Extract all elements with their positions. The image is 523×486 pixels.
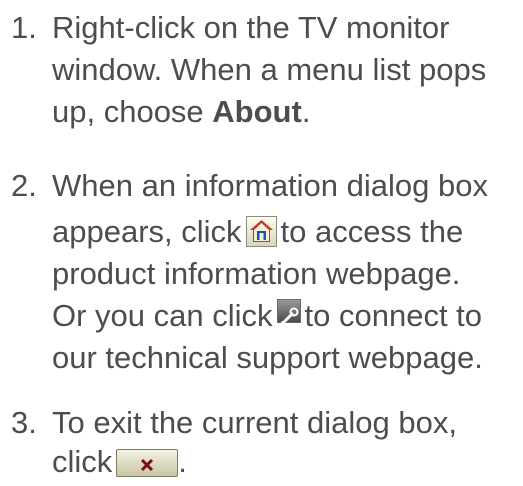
step-1-line-1: Right-click on the TV monitor bbox=[52, 10, 450, 45]
step-3-number: 3. bbox=[11, 405, 37, 440]
step-1-line-3-text: up, choose bbox=[52, 94, 213, 129]
step-1-number: 1. bbox=[11, 10, 37, 45]
step-2-line-2-text: appears, click bbox=[52, 214, 242, 249]
step-2-line-4-text: Or you can click bbox=[52, 298, 273, 333]
step-1-line-3: up, choose About. bbox=[52, 94, 310, 130]
close-icon[interactable] bbox=[116, 449, 179, 477]
step-2-line-1: When an information dialog box bbox=[52, 168, 488, 203]
step-2-number: 2. bbox=[11, 168, 37, 203]
step-3-line-2-text: click bbox=[52, 444, 113, 479]
step-2-line-4: Or you can click to connect to bbox=[52, 298, 482, 334]
step-2-line-5: our technical support webpage. bbox=[52, 340, 483, 375]
tools-icon[interactable] bbox=[276, 299, 301, 325]
about-menu-label: About bbox=[212, 94, 302, 129]
step-3-line-2: click. bbox=[52, 444, 187, 480]
home-icon[interactable] bbox=[245, 216, 277, 247]
step-2-line-4-end: to connect to bbox=[304, 298, 483, 333]
step-2-line-2: appears, click to access the bbox=[52, 214, 463, 250]
step-3-line-1: To exit the current dialog box, bbox=[52, 405, 457, 440]
step-1-line-2: window. When a menu list pops bbox=[52, 52, 487, 87]
step-2-line-3: product information webpage. bbox=[52, 256, 461, 291]
step-1-line-3-end: . bbox=[301, 94, 311, 129]
step-2-line-2-end: to access the bbox=[280, 214, 464, 249]
step-3-line-2-end: . bbox=[178, 444, 187, 479]
